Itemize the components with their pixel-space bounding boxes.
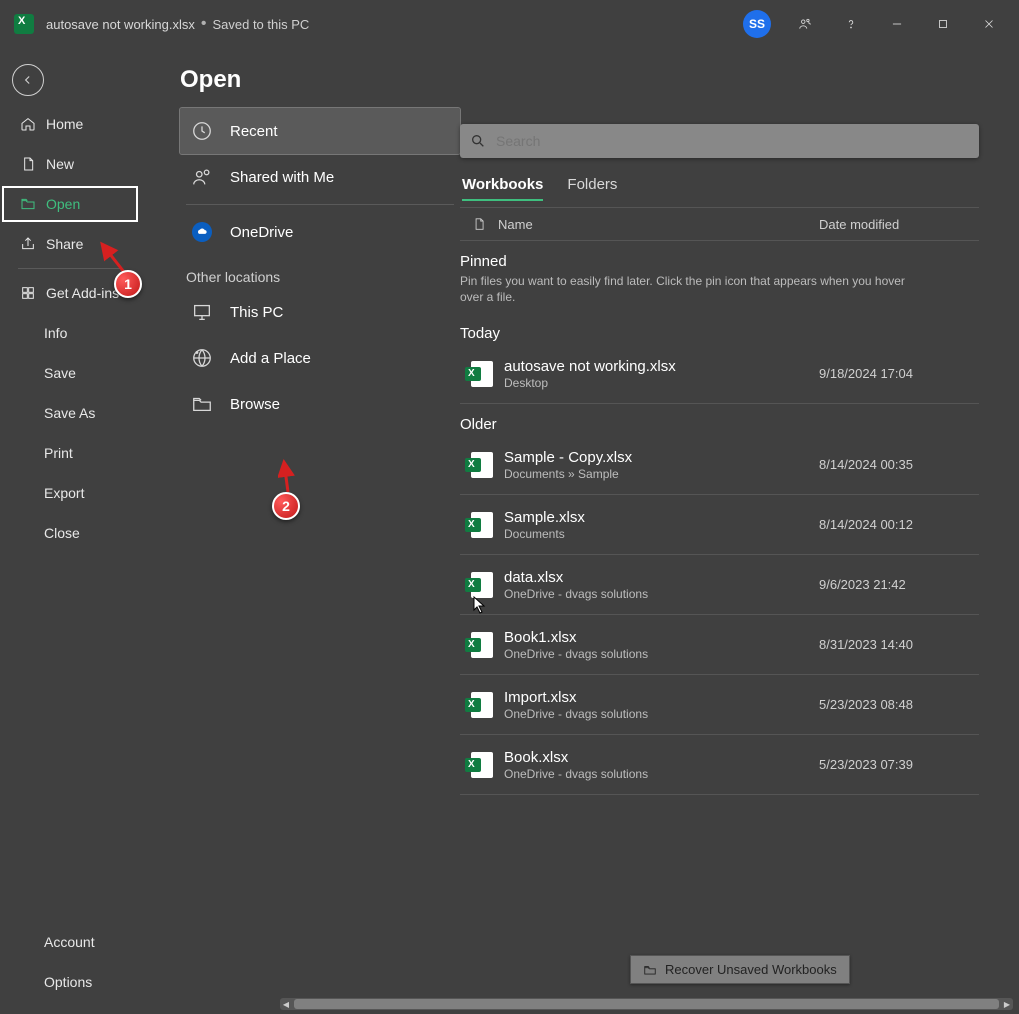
onedrive-icon (188, 222, 216, 242)
other-locations-heading: Other locations (180, 255, 460, 289)
share-people-icon[interactable] (783, 2, 827, 46)
nav-home-label: Home (46, 116, 83, 132)
nav-get-addins-label: Get Add-ins (46, 285, 119, 301)
close-button[interactable] (967, 2, 1011, 46)
maximize-button[interactable] (921, 2, 965, 46)
location-recent-label: Recent (230, 123, 278, 140)
back-button[interactable] (12, 64, 44, 96)
nav-account[interactable]: Account (0, 922, 140, 962)
section-older: Older (460, 404, 979, 435)
backstage-nav: Home New Open Share Get Add-ins Info Sav… (0, 48, 140, 1014)
location-recent[interactable]: Recent (180, 108, 460, 154)
scroll-thumb[interactable] (294, 999, 999, 1009)
search-box[interactable] (460, 124, 979, 158)
section-today: Today (460, 313, 979, 344)
xlsx-icon (460, 692, 504, 718)
xlsx-icon (460, 361, 504, 387)
xlsx-icon (460, 572, 504, 598)
nav-new-label: New (46, 156, 74, 172)
recover-unsaved-button[interactable]: Recover Unsaved Workbooks (630, 955, 850, 984)
open-page: Open Recent Shared with Me (140, 48, 1019, 1014)
col-date[interactable]: Date modified (819, 217, 979, 232)
file-row[interactable]: data.xlsxOneDrive - dvags solutions 9/6/… (460, 555, 979, 615)
location-this-pc[interactable]: This PC (180, 289, 460, 335)
search-icon (470, 133, 486, 149)
search-input[interactable] (496, 133, 969, 149)
scroll-left-icon[interactable]: ◀ (280, 998, 292, 1010)
nav-print[interactable]: Print (0, 433, 140, 473)
folder-open-icon (188, 393, 216, 415)
file-row[interactable]: Sample.xlsxDocuments 8/14/2024 00:12 (460, 495, 979, 555)
file-row[interactable]: Book1.xlsxOneDrive - dvags solutions 8/3… (460, 615, 979, 675)
nav-close[interactable]: Close (0, 513, 140, 553)
xlsx-icon (460, 752, 504, 778)
file-row[interactable]: autosave not working.xlsx Desktop 9/18/2… (460, 344, 979, 404)
nav-info[interactable]: Info (0, 313, 140, 353)
scroll-right-icon[interactable]: ▶ (1001, 998, 1013, 1010)
location-add-place[interactable]: Add a Place (180, 335, 460, 381)
open-tabs: Workbooks Folders (460, 164, 979, 201)
nav-open-label: Open (46, 196, 80, 212)
page-title: Open (140, 48, 1019, 108)
location-shared[interactable]: Shared with Me (180, 154, 460, 200)
file-location: Desktop (504, 376, 819, 390)
save-status: Saved to this PC (212, 17, 309, 32)
horizontal-scrollbar[interactable]: ◀ ▶ (280, 998, 1013, 1010)
nav-open[interactable]: Open (0, 184, 140, 224)
tab-workbooks[interactable]: Workbooks (462, 168, 543, 201)
clock-icon (188, 120, 216, 142)
title-separator: • (201, 15, 207, 33)
section-pinned: Pinned (460, 241, 979, 272)
nav-new[interactable]: New (0, 144, 140, 184)
nav-save-as[interactable]: Save As (0, 393, 140, 433)
file-name: autosave not working.xlsx (46, 17, 195, 32)
section-pinned-hint: Pin files you want to easily find later.… (460, 272, 930, 313)
nav-options[interactable]: Options (0, 962, 140, 1002)
col-name[interactable]: Name (498, 217, 819, 232)
location-onedrive[interactable]: OneDrive (180, 209, 460, 255)
folder-open-icon (643, 963, 657, 977)
file-row[interactable]: Import.xlsxOneDrive - dvags solutions 5/… (460, 675, 979, 735)
file-row[interactable]: Book.xlsxOneDrive - dvags solutions 5/23… (460, 735, 979, 795)
excel-backstage-window: autosave not working.xlsx • Saved to thi… (0, 0, 1019, 1014)
annotation-callout-2: 2 (272, 492, 300, 520)
xlsx-icon (460, 632, 504, 658)
location-browse[interactable]: Browse (180, 381, 460, 427)
help-icon[interactable] (829, 2, 873, 46)
file-row[interactable]: Sample - Copy.xlsxDocuments » Sample 8/1… (460, 435, 979, 495)
annotation-callout-1: 1 (114, 270, 142, 298)
location-browse-label: Browse (230, 396, 280, 413)
recover-unsaved-label: Recover Unsaved Workbooks (665, 962, 837, 977)
pc-icon (188, 301, 216, 323)
xlsx-icon (460, 452, 504, 478)
nav-home[interactable]: Home (0, 104, 140, 144)
excel-app-icon (14, 14, 34, 34)
file-name: autosave not working.xlsx (504, 358, 819, 375)
file-icon-header (460, 217, 498, 231)
nav-save[interactable]: Save (0, 353, 140, 393)
people-icon (188, 166, 216, 188)
xlsx-icon (460, 512, 504, 538)
nav-export[interactable]: Export (0, 473, 140, 513)
location-this-pc-label: This PC (230, 304, 283, 321)
tab-folders[interactable]: Folders (567, 168, 617, 201)
nav-share[interactable]: Share (0, 224, 140, 264)
titlebar: autosave not working.xlsx • Saved to thi… (0, 0, 1019, 48)
nav-share-label: Share (46, 236, 83, 252)
file-date: 9/18/2024 17:04 (819, 366, 979, 381)
add-place-icon (188, 347, 216, 369)
minimize-button[interactable] (875, 2, 919, 46)
location-shared-label: Shared with Me (230, 169, 334, 186)
location-add-place-label: Add a Place (230, 350, 311, 367)
location-onedrive-label: OneDrive (230, 224, 293, 241)
list-header: Name Date modified (460, 207, 979, 241)
user-avatar[interactable]: SS (743, 10, 771, 38)
